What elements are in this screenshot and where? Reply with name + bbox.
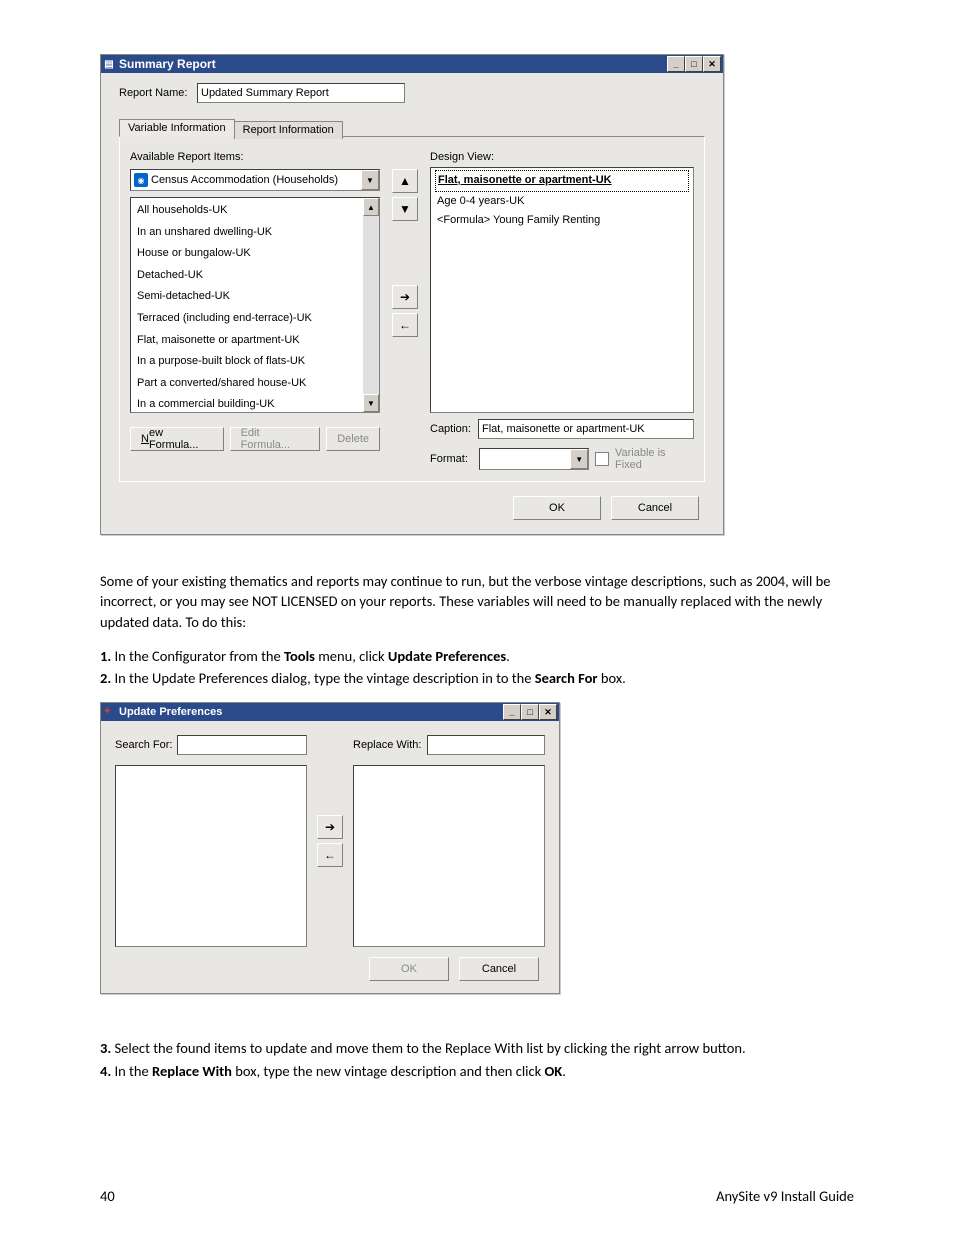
window-title: Summary Report — [119, 57, 667, 71]
cancel-button[interactable]: Cancel — [459, 957, 539, 981]
window-title: Update Preferences — [119, 706, 503, 718]
scroll-up-icon[interactable]: ▲ — [363, 198, 379, 216]
replace-with-listbox[interactable] — [353, 765, 545, 947]
ok-button[interactable]: OK — [369, 957, 449, 981]
list-item[interactable]: In a commercial building-UK — [133, 394, 377, 413]
chevron-down-icon[interactable]: ▼ — [361, 170, 379, 190]
design-item[interactable]: <Formula> Young Family Renting — [435, 211, 689, 231]
app-icon: ▤ — [103, 58, 115, 70]
globe-icon: ◉ — [134, 173, 148, 187]
list-item[interactable]: In a purpose-built block of flats-UK — [133, 351, 377, 373]
report-name-input[interactable]: Updated Summary Report — [197, 83, 405, 103]
edit-formula-button[interactable]: Edit Formula... — [230, 427, 321, 451]
list-item[interactable]: Terraced (including end-terrace)-UK — [133, 308, 377, 330]
step-4: 4. In the Replace With box, type the new… — [100, 1061, 854, 1081]
step-2: 2. In the Update Preferences dialog, typ… — [100, 668, 854, 688]
add-right-button[interactable]: ➔ — [317, 815, 343, 839]
caption-input[interactable]: Flat, maisonette or apartment-UK — [478, 419, 694, 439]
design-item[interactable]: Age 0-4 years-UK — [435, 192, 689, 212]
app-icon: ✦ — [103, 706, 115, 718]
scrollbar[interactable]: ▲ ▼ — [363, 198, 379, 412]
available-items-listbox[interactable]: All households-UK In an unshared dwellin… — [130, 197, 380, 413]
variable-fixed-label: Variable is Fixed — [615, 447, 694, 471]
summary-report-window: ▤ Summary Report _ □ ✕ Report Name: Upda… — [100, 54, 724, 535]
search-for-label: Search For: — [115, 739, 177, 751]
close-button[interactable]: ✕ — [703, 56, 721, 72]
list-item[interactable]: House or bungalow-UK — [133, 243, 377, 265]
step-3: 3. Select the found items to update and … — [100, 1038, 854, 1058]
design-item-selected[interactable]: Flat, maisonette or apartment-UK — [435, 170, 689, 192]
minimize-button[interactable]: _ — [667, 56, 685, 72]
delete-button[interactable]: Delete — [326, 427, 380, 451]
available-items-label: Available Report Items: — [130, 151, 244, 163]
variable-fixed-checkbox[interactable] — [595, 452, 609, 466]
maximize-button[interactable]: □ — [685, 56, 703, 72]
page-number: 40 — [100, 1187, 115, 1205]
list-item[interactable]: Detached-UK — [133, 265, 377, 287]
list-item[interactable]: All households-UK — [133, 200, 377, 222]
close-button[interactable]: ✕ — [539, 704, 557, 720]
move-up-button[interactable]: ▲ — [392, 169, 418, 193]
list-item[interactable]: Part a converted/shared house-UK — [133, 373, 377, 395]
format-label: Format: — [430, 453, 473, 465]
titlebar[interactable]: ✦ Update Preferences _ □ ✕ — [101, 703, 559, 721]
available-items-combo[interactable]: ◉ Census Accommodation (Households) ▼ — [130, 169, 380, 191]
remove-left-button[interactable]: ← — [317, 843, 343, 867]
search-results-listbox[interactable] — [115, 765, 307, 947]
design-view-listbox[interactable]: Flat, maisonette or apartment-UK Age 0-4… — [430, 167, 694, 413]
list-item[interactable]: In an unshared dwelling-UK — [133, 222, 377, 244]
list-item[interactable]: Semi-detached-UK — [133, 286, 377, 308]
step-1: 1. In the Configurator from the Tools me… — [100, 646, 854, 666]
titlebar[interactable]: ▤ Summary Report _ □ ✕ — [101, 55, 723, 73]
tab-variable-information[interactable]: Variable Information — [119, 119, 235, 137]
combo-value: Census Accommodation (Households) — [151, 174, 361, 186]
scroll-down-icon[interactable]: ▼ — [363, 394, 379, 412]
search-for-input[interactable] — [177, 735, 307, 755]
tab-report-information[interactable]: Report Information — [234, 121, 343, 139]
new-formula-button[interactable]: New Formula... — [130, 427, 224, 451]
maximize-button[interactable]: □ — [521, 704, 539, 720]
update-preferences-window: ✦ Update Preferences _ □ ✕ Search For: ➔ — [100, 702, 560, 994]
caption-label: Caption: — [430, 423, 474, 435]
body-paragraph: Some of your existing thematics and repo… — [100, 571, 854, 632]
minimize-button[interactable]: _ — [503, 704, 521, 720]
cancel-button[interactable]: Cancel — [611, 496, 699, 520]
replace-with-input[interactable] — [427, 735, 545, 755]
report-name-label: Report Name: — [119, 87, 197, 99]
design-view-label: Design View: — [430, 151, 494, 163]
remove-left-button[interactable]: ← — [392, 313, 418, 337]
replace-with-label: Replace With: — [353, 739, 427, 751]
format-combo[interactable]: ▼ — [479, 448, 589, 470]
doc-title: AnySite v9 Install Guide — [716, 1187, 854, 1205]
ok-button[interactable]: OK — [513, 496, 601, 520]
move-down-button[interactable]: ▼ — [392, 197, 418, 221]
list-item[interactable]: Flat, maisonette or apartment-UK — [133, 330, 377, 352]
chevron-down-icon[interactable]: ▼ — [570, 449, 588, 469]
add-right-button[interactable]: ➔ — [392, 285, 418, 309]
